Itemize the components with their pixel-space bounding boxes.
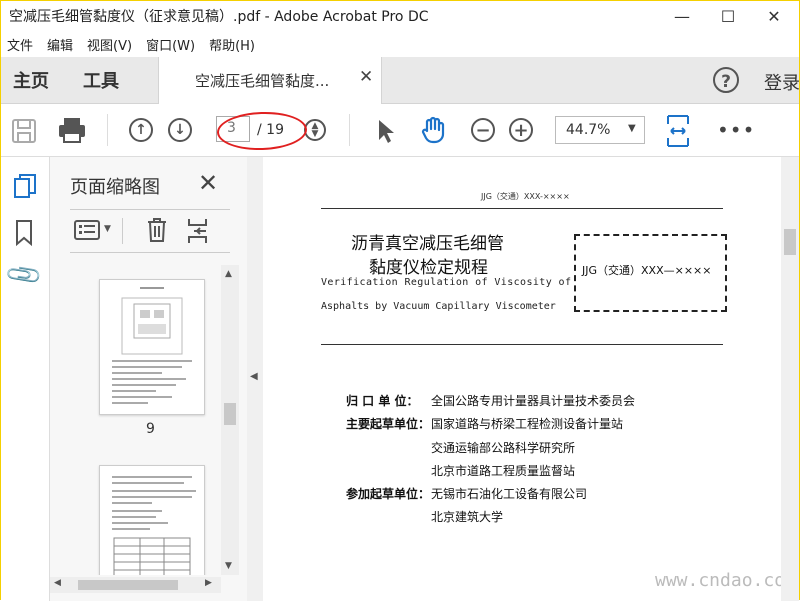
thumbnail-vertical-scrollbar[interactable]: ▲ ▼ (221, 265, 239, 575)
toolbar-separator (349, 114, 350, 146)
thumbnail-content (112, 287, 192, 404)
thumbnail-list: 9 (50, 265, 221, 575)
more-tools-icon[interactable]: ••• (717, 118, 755, 142)
tab-home[interactable]: 主页 (13, 57, 49, 103)
panel-title: 页面缩略图 (70, 177, 160, 198)
scrollbar-thumb[interactable] (784, 229, 796, 255)
toolbar: ↑ ↓ ▲ ▼ − + ••• (1, 104, 799, 157)
english-title-line1: Verification Regulation of Viscosity of (321, 277, 572, 288)
print-icon[interactable] (57, 116, 87, 144)
row-value: 无锡市石油化工设备有限公司 (431, 487, 588, 501)
bookmark-icon[interactable] (14, 219, 34, 247)
row-value: 全国公路专用计量器具计量技术委员会 (431, 394, 636, 408)
english-title-line2: Asphalts by Vacuum Capillary Viscometer (321, 301, 556, 312)
zoom-value: 44.7% (566, 122, 611, 138)
row-label: 主要起草单位： (346, 417, 431, 431)
document-scrollbar[interactable] (781, 157, 799, 601)
row-value: 国家道路与桥梁工程检测设备计量站 (431, 417, 624, 431)
chevron-down-icon: ▼ (628, 123, 636, 134)
document-page: JJG（交通）XXX-×××× 沥青真空减压毛细管 黏度仪检定规程 Verifi… (263, 157, 796, 601)
thumbnail-page-label: 9 (146, 421, 155, 437)
close-tab-icon[interactable]: ✕ (359, 67, 373, 87)
tab-bar: 主页 工具 空减压毛细管黏度... ✕ (1, 57, 799, 104)
page-thumbnail-10[interactable] (99, 465, 205, 575)
minimize-button[interactable]: — (659, 3, 705, 29)
menu-view[interactable]: 视图(V) (81, 35, 140, 54)
zoom-dropdown[interactable]: 44.7% ▼ (555, 116, 645, 144)
scrollbar-thumb[interactable] (78, 580, 178, 590)
document-title-line2: 黏度仪检定规程 (369, 258, 488, 278)
thumbnail-options-icon[interactable] (74, 219, 100, 241)
menu-file[interactable]: 文件 (1, 35, 41, 54)
login-button[interactable]: 登录 (764, 69, 800, 95)
page-thumbnail-9[interactable] (99, 279, 205, 415)
menu-window[interactable]: 窗口(W) (140, 35, 203, 54)
panel-toolbar: ▼ (70, 209, 230, 253)
scrollbar-thumb[interactable] (224, 403, 236, 425)
help-icon[interactable]: ? (713, 67, 739, 93)
document-title-line1: 沥青真空减压毛细管 (351, 234, 504, 254)
zoom-out-icon[interactable]: − (471, 118, 495, 142)
thumbnail-horizontal-scrollbar[interactable]: ◀ ▶ (50, 577, 221, 593)
chevron-up-icon[interactable]: ▲ (225, 269, 232, 279)
page-header: JJG（交通）XXX-×××× (481, 192, 570, 201)
collapse-arrow-icon[interactable]: ◀ (250, 371, 258, 382)
hand-tool-icon[interactable] (419, 115, 449, 145)
row-value: 交通运输部公路科学研究所 (431, 441, 576, 455)
previous-page-icon[interactable]: ↑ (129, 118, 153, 142)
chevron-right-icon[interactable]: ▶ (205, 578, 212, 588)
menu-edit[interactable]: 编辑 (41, 35, 81, 54)
row-label: 归 口 单 位： (346, 394, 419, 408)
row-value: 北京建筑大学 (431, 510, 504, 524)
tab-tools[interactable]: 工具 (83, 57, 119, 103)
code-box: JJG（交通）XXX—×××× (574, 234, 727, 312)
panel-separator (122, 218, 123, 244)
save-icon[interactable] (11, 118, 37, 144)
close-window-button[interactable]: ✕ (751, 3, 797, 29)
menu-help[interactable]: 帮助(H) (203, 35, 263, 54)
code-box-text: JJG（交通）XXX—×××× (582, 264, 712, 277)
select-cursor-icon[interactable] (375, 118, 397, 144)
document-tab-label: 空减压毛细管黏度... (195, 72, 330, 90)
close-panel-icon[interactable]: ✕ (198, 169, 218, 197)
row-value: 北京市道路工程质量监督站 (431, 464, 576, 478)
window-title: 空减压毛细管黏度仪（征求意见稿）.pdf - Adobe Acrobat Pro… (9, 9, 429, 25)
attachment-icon[interactable]: 📎 (3, 255, 44, 296)
title-rule (321, 344, 723, 345)
zoom-in-icon[interactable]: + (509, 118, 533, 142)
next-page-icon[interactable]: ↓ (168, 118, 192, 142)
maximize-button[interactable]: ☐ (705, 3, 751, 29)
page-thumbnails-icon[interactable] (13, 173, 37, 201)
thumbnails-panel: 页面缩略图 ✕ ▼ 9 ▲ ▼ ◀ ▶ (50, 157, 248, 601)
row-label: 参加起草单位： (346, 487, 431, 501)
chevron-down-icon[interactable]: ▼ (104, 224, 111, 234)
tab-document[interactable]: 空减压毛细管黏度... ✕ (158, 57, 382, 104)
insert-page-icon[interactable] (186, 217, 212, 245)
watermark: www.cndao.com (655, 570, 796, 591)
menu-bar: 文件 编辑 视图(V) 窗口(W) 帮助(H) (1, 31, 799, 57)
navigation-rail: 📎 (1, 157, 50, 601)
toolbar-separator (107, 114, 108, 146)
document-view: JJG（交通）XXX-×××× 沥青真空减压毛细管 黏度仪检定规程 Verifi… (263, 157, 796, 601)
panel-collapse-strip[interactable]: ◀ (247, 157, 263, 601)
fit-page-icon[interactable] (665, 114, 691, 148)
thumbnail-content (112, 476, 196, 575)
chevron-left-icon[interactable]: ◀ (54, 578, 61, 588)
delete-page-icon[interactable] (146, 217, 168, 243)
title-bar: 空减压毛细管黏度仪（征求意见稿）.pdf - Adobe Acrobat Pro… (1, 1, 799, 31)
chevron-down-icon[interactable]: ▼ (225, 561, 232, 571)
header-rule (321, 208, 723, 209)
page-stepper-icon[interactable]: ▲ ▼ (304, 119, 326, 141)
